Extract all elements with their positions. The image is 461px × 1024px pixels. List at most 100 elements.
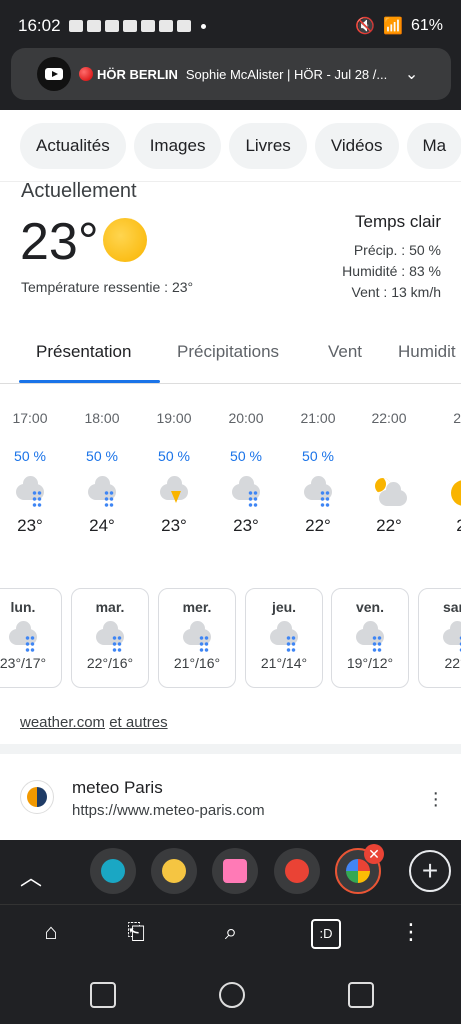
wifi-icon: 📶 <box>383 18 403 35</box>
youtube-icon <box>37 57 71 91</box>
media-bar: HÖR BERLIN Sophie McAlister | HÖR - Jul … <box>0 40 461 110</box>
day-card[interactable]: sam 22°/ <box>418 588 461 688</box>
chip-actualites[interactable]: Actualités <box>20 122 126 169</box>
twitch-notification-icon <box>158 20 173 32</box>
rain-icon <box>439 621 461 653</box>
hour-time: 17:00 <box>12 410 48 426</box>
hour-precip: 50 % <box>302 448 334 464</box>
weather-tabs: Présentation Précipitations Vent Humidit <box>0 330 461 384</box>
more-menu-icon[interactable]: ⋮ <box>396 919 426 949</box>
new-tab-button[interactable]: + <box>409 850 451 892</box>
feels-like: Température ressentie : 23° <box>21 279 194 295</box>
hour-precip <box>359 448 419 466</box>
humidity: Humidité : 83 % <box>342 263 441 279</box>
hour-time: 18:00 <box>84 410 120 426</box>
moon-cloud-icon <box>371 478 407 512</box>
chevron-up-icon[interactable]: ︿ <box>20 860 42 892</box>
source-others-link[interactable]: et autres <box>109 714 167 731</box>
tab-humidite[interactable]: Humidit <box>398 342 456 362</box>
media-notification[interactable]: HÖR BERLIN Sophie McAlister | HÖR - Jul … <box>11 48 451 100</box>
rain-icon <box>352 621 388 653</box>
tab-thumbnail[interactable] <box>90 848 136 894</box>
day-temps: 21°/16° <box>173 655 221 671</box>
tab-thumbnail[interactable] <box>212 848 258 894</box>
hour-time: 21:00 <box>300 410 336 426</box>
rain-icon <box>12 476 48 512</box>
day-card[interactable]: mar. 22°/16° <box>71 588 149 688</box>
day-card[interactable]: jeu. 21°/14° <box>245 588 323 688</box>
chip-videos[interactable]: Vidéos <box>314 122 399 169</box>
tab-presentation[interactable]: Présentation <box>36 342 131 362</box>
tabs-icon[interactable]: :D <box>311 919 341 949</box>
tab-thumbnail[interactable] <box>274 848 320 894</box>
chip-images[interactable]: Images <box>133 122 222 169</box>
weather-condition: Temps clair <box>355 212 441 231</box>
rain-icon <box>92 621 128 653</box>
chip-more[interactable]: Ma <box>406 122 461 169</box>
chevron-down-icon[interactable]: ⌄ <box>405 64 418 84</box>
rain-icon <box>300 476 336 512</box>
precipitation: Précip. : 50 % <box>353 242 441 258</box>
wind: Vent : 13 km/h <box>351 284 442 300</box>
result-url: https://www.meteo-paris.com <box>72 802 265 819</box>
home-button-icon[interactable] <box>219 982 245 1008</box>
day-temps: 21°/14° <box>260 655 308 671</box>
tab-thumbnail[interactable] <box>151 848 197 894</box>
rain-icon <box>228 476 264 512</box>
current-label: Actuellement <box>21 180 137 202</box>
thunder-icon <box>156 476 192 512</box>
tab-vent[interactable]: Vent <box>328 342 362 362</box>
hour-temp: 24° <box>89 516 115 535</box>
search-filter-chips: Actualités Images Livres Vidéos Ma <box>0 110 461 182</box>
battery-percent: 61% <box>410 17 443 34</box>
hour-item: 18:00 50 % 24° <box>72 410 132 536</box>
active-tab-indicator <box>19 380 160 383</box>
hour-temp: 22° <box>376 516 402 535</box>
day-card[interactable]: lun. 23°/17° <box>0 588 62 688</box>
clock: 16:02 <box>18 16 61 35</box>
hourly-forecast[interactable]: 17:00 50 % 23° 18:00 50 % 24° 19:00 50 %… <box>0 410 461 560</box>
hour-precip: 50 % <box>14 448 46 464</box>
source-link[interactable]: weather.com <box>20 714 105 731</box>
checkbox-notification-icon <box>176 20 191 32</box>
more-options-icon[interactable]: · · · <box>432 783 439 815</box>
hour-temp: 2 <box>431 516 461 536</box>
system-navigation <box>0 964 461 1024</box>
result-title[interactable]: meteo Paris <box>72 778 163 798</box>
chip-livres[interactable]: Livres <box>229 122 307 169</box>
hour-time: 22:00 <box>371 410 407 426</box>
home-icon[interactable]: ⌂ <box>36 919 66 949</box>
rain-icon <box>84 476 120 512</box>
weather-details: Précip. : 50 % Humidité : 83 % Vent : 13… <box>342 240 441 303</box>
hour-temp: 23° <box>233 516 259 535</box>
hour-item: 22:00 22° <box>359 410 419 536</box>
hour-temp: 23° <box>17 516 43 535</box>
hour-time: 20:00 <box>228 410 264 426</box>
browser-toolbar: ⌂ ⎗ ⌕ :D ⋮ <box>0 904 461 964</box>
notification-icons <box>68 20 191 32</box>
back-icon[interactable] <box>348 982 374 1008</box>
day-card[interactable]: ven. 19°/12° <box>331 588 409 688</box>
media-station: HÖR BERLIN <box>97 66 178 82</box>
hour-item: 21:00 50 % 22° <box>288 410 348 536</box>
day-name: lun. <box>10 599 36 615</box>
day-name: jeu. <box>271 599 297 615</box>
more-notifications-dot <box>200 23 206 29</box>
app-notification-icon <box>140 20 155 32</box>
tab-precipitations[interactable]: Précipitations <box>177 342 279 362</box>
hour-time: 23 <box>453 410 461 426</box>
youtube-notification-icon <box>104 20 119 32</box>
day-card[interactable]: mer. 21°/16° <box>158 588 236 688</box>
recent-apps-icon[interactable] <box>90 982 116 1008</box>
day-temps: 22°/16° <box>86 655 134 671</box>
search-icon[interactable]: ⌕ <box>216 919 246 949</box>
rain-icon <box>266 621 302 653</box>
close-tab-icon[interactable]: ✕ <box>364 844 384 864</box>
sun-icon <box>103 218 147 262</box>
twitch-notification-icon <box>122 20 137 32</box>
day-name: sam <box>442 599 461 615</box>
hour-precip: 50 % <box>86 448 118 464</box>
bookmark-icon[interactable]: ⎗ <box>121 919 151 949</box>
hour-precip: 50 % <box>230 448 262 464</box>
search-result[interactable]: meteo Paris https://www.meteo-paris.com … <box>0 756 461 840</box>
